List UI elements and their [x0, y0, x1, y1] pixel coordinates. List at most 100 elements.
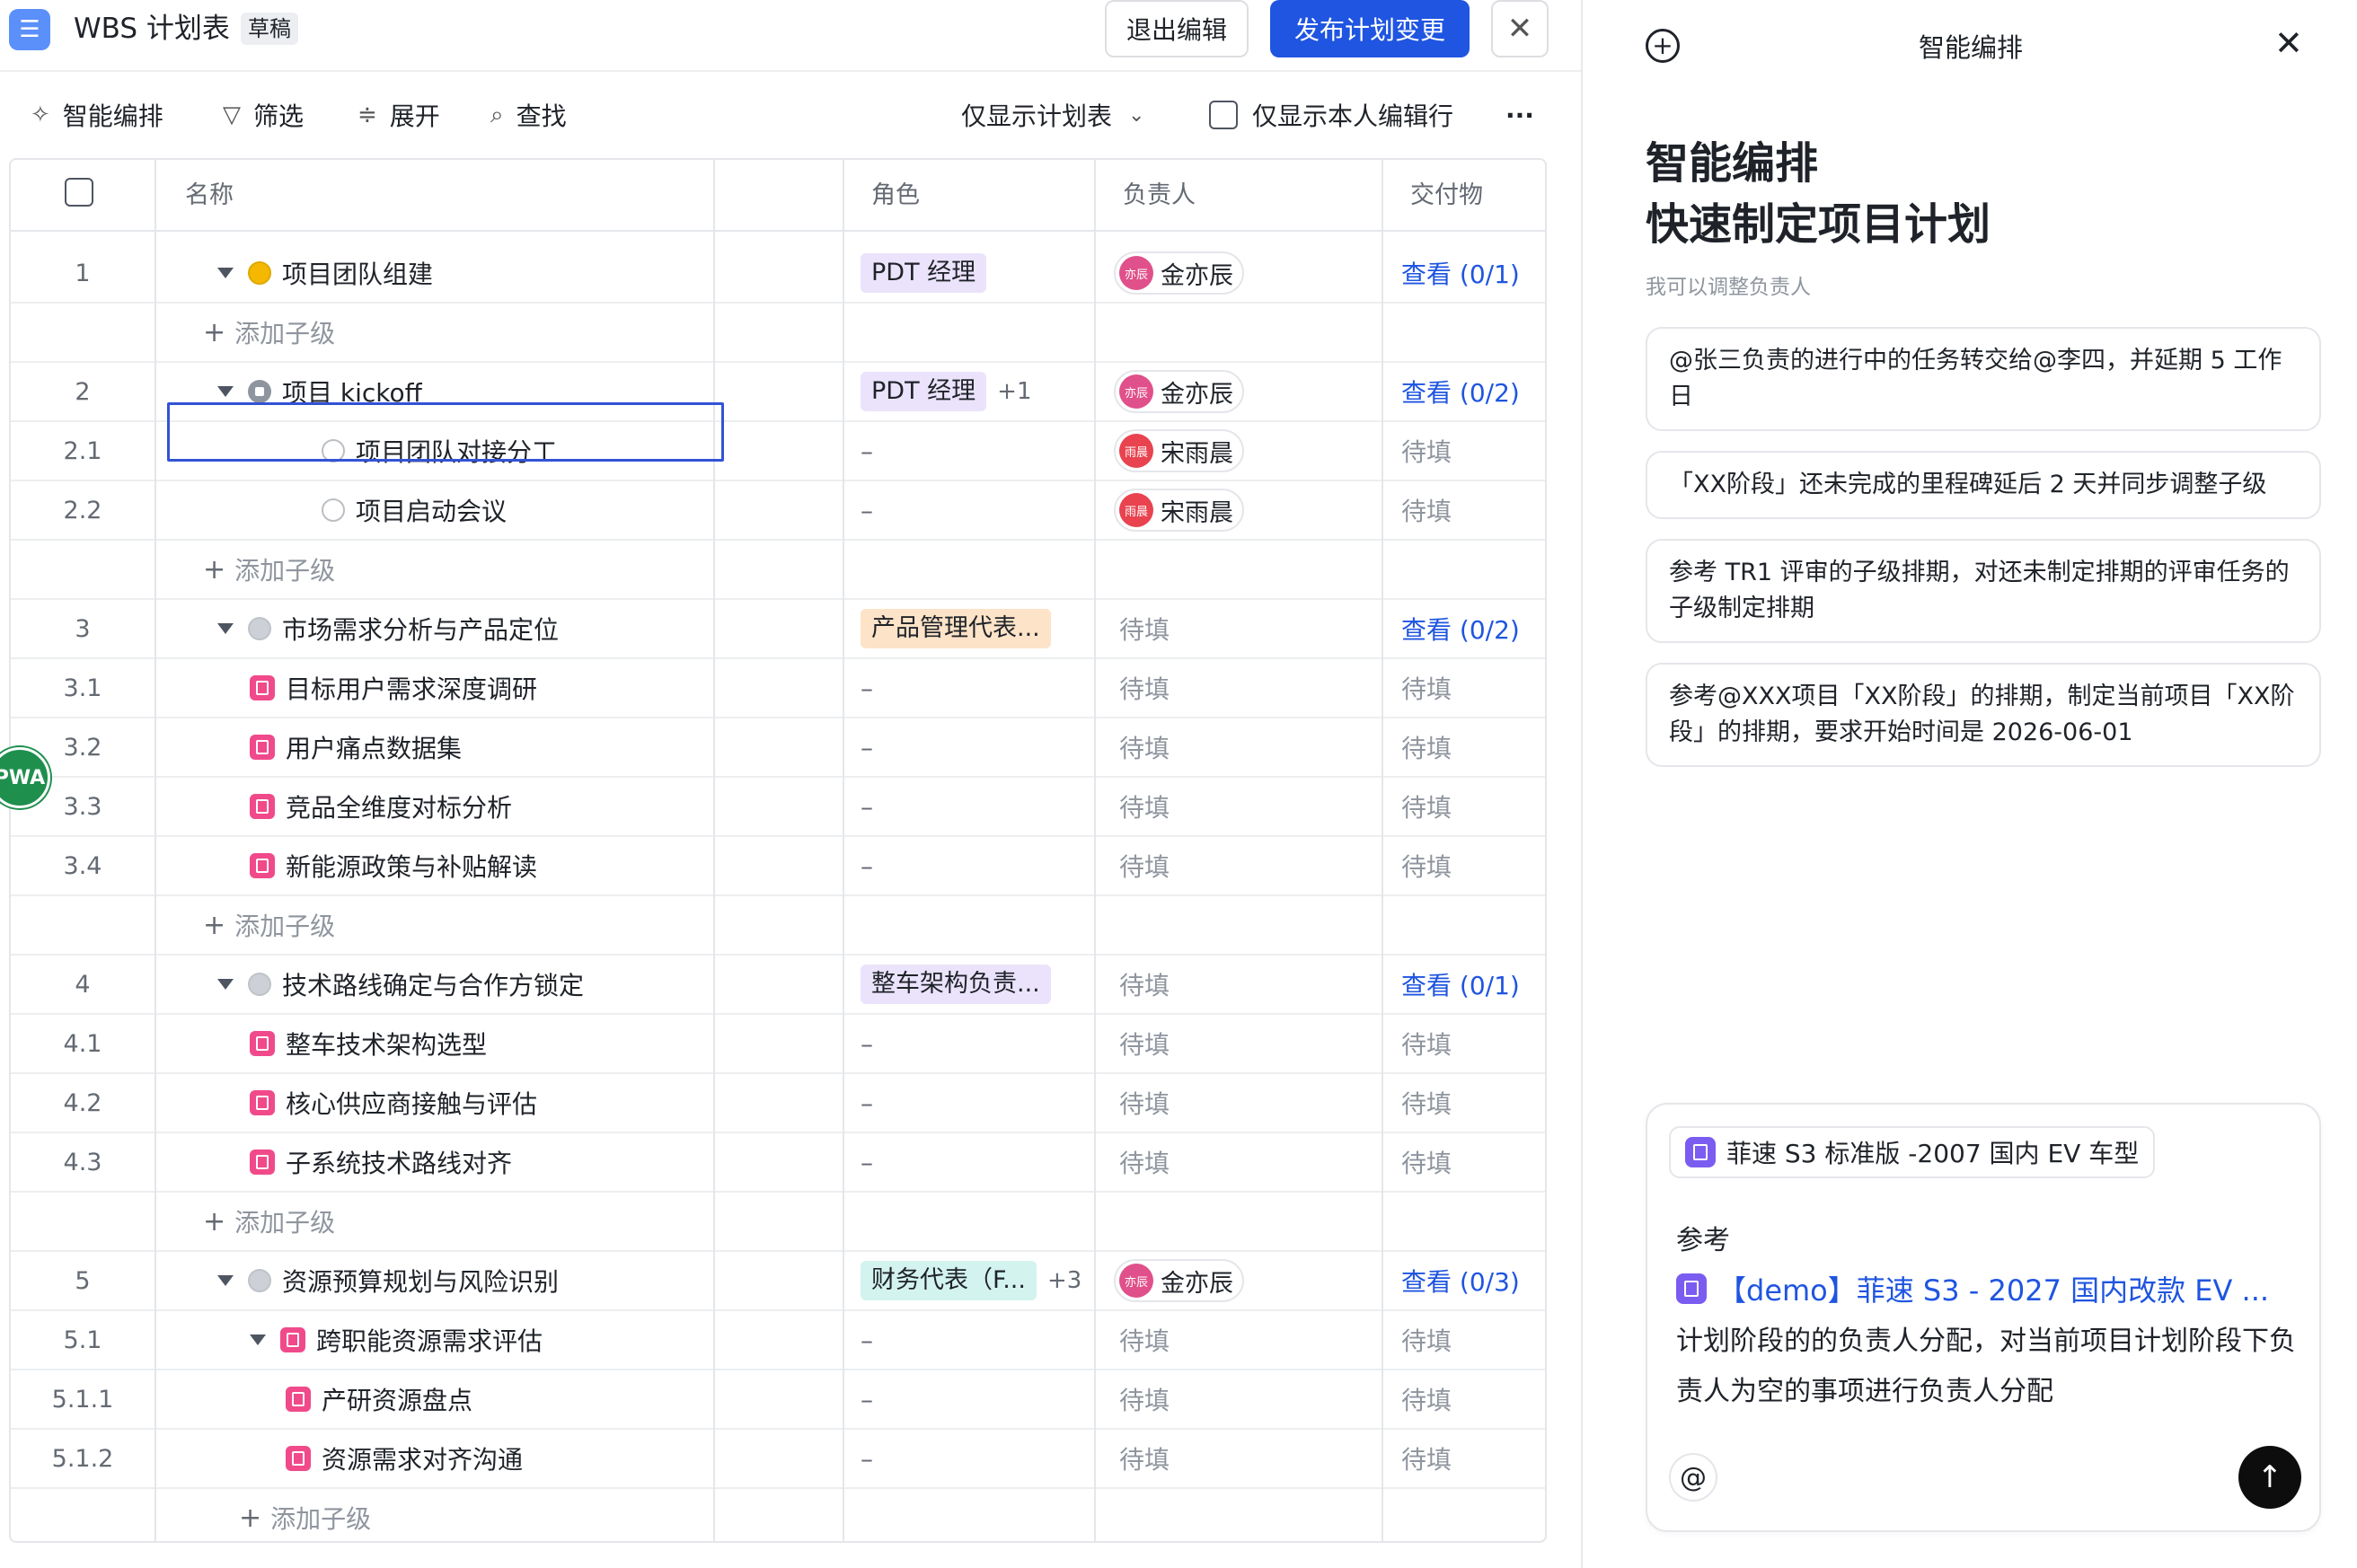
owner-cell[interactable]: 待填 [1114, 1133, 1170, 1191]
mine-only-checkbox[interactable] [1209, 101, 1238, 129]
task-name-cell[interactable]: 资源需求对齐沟通 [286, 1430, 523, 1487]
add-child-row[interactable]: + 添加子级 [11, 896, 1545, 956]
deliverable-link[interactable]: 查看 (0/2) [1401, 374, 1520, 410]
add-child-row[interactable]: + 添加子级 [11, 304, 1545, 363]
add-child-row[interactable]: + 添加子级 [11, 1489, 1545, 1541]
deliverable-link[interactable]: 查看 (0/1) [1401, 255, 1520, 291]
task-name-cell[interactable]: 子系统技术路线对齐 [250, 1133, 512, 1191]
task-name-cell[interactable]: 技术路线确定与合作方锁定 [217, 956, 584, 1013]
table-row[interactable]: 4.3 子系统技术路线对齐 – 待填 待填 [11, 1133, 1545, 1193]
role-cell[interactable]: – [861, 1430, 873, 1487]
owner-cell[interactable]: 雨晨 宋雨晨 [1114, 481, 1244, 539]
role-cell[interactable]: – [861, 718, 873, 776]
owner-cell[interactable]: 待填 [1114, 1074, 1170, 1132]
role-cell[interactable]: 整车架构负责... [861, 956, 1051, 1013]
deliverable-cell[interactable]: 查看 (0/2) [1401, 363, 1520, 420]
owner-cell[interactable]: 待填 [1114, 1311, 1170, 1369]
find-button[interactable]: ⌕ 查找 [490, 99, 567, 132]
table-row[interactable]: 3.1 目标用户需求深度调研 – 待填 待填 [11, 659, 1545, 718]
owner-chip[interactable]: 雨晨 宋雨晨 [1114, 429, 1244, 472]
table-row[interactable]: 3 市场需求分析与产品定位 产品管理代表... 待填 查看 (0/2) [11, 600, 1545, 659]
prompt-composer[interactable]: 菲速 S3 标准版 -2007 国内 EV 车型 参考 【demo】菲速 S3 … [1646, 1103, 2321, 1532]
collapse-caret-icon[interactable] [217, 623, 234, 634]
table-row[interactable]: 4.2 核心供应商接触与评估 – 待填 待填 [11, 1074, 1545, 1133]
owner-chip[interactable]: 亦辰 金亦辰 [1114, 251, 1244, 295]
role-cell[interactable]: – [861, 1015, 873, 1072]
add-child-button[interactable]: + 添加子级 [203, 541, 335, 598]
column-header-role[interactable]: 角色 [852, 160, 920, 232]
filter-button[interactable]: ▽ 筛选 [223, 99, 304, 131]
task-name-cell[interactable]: 资源预算规划与风险识别 [217, 1252, 559, 1309]
task-name-cell[interactable]: 产研资源盘点 [286, 1370, 472, 1428]
owner-cell[interactable]: 亦辰 金亦辰 [1114, 363, 1244, 420]
role-cell[interactable]: 财务代表（F... +3 [861, 1252, 1081, 1309]
owner-cell[interactable]: 待填 [1114, 1015, 1170, 1072]
column-header-deliverable[interactable]: 交付物 [1390, 160, 1483, 232]
table-row[interactable]: 3.4 新能源政策与补贴解读 – 待填 待填 [11, 837, 1545, 896]
owner-cell[interactable]: 雨晨 宋雨晨 [1114, 422, 1244, 480]
role-cell[interactable]: – [861, 481, 873, 539]
role-cell[interactable]: – [861, 659, 873, 717]
deliverable-link[interactable]: 查看 (0/2) [1401, 611, 1520, 647]
collapse-caret-icon[interactable] [250, 1335, 266, 1345]
owner-cell[interactable]: 待填 [1114, 778, 1170, 835]
table-row[interactable]: 3.2 用户痛点数据集 – 待填 待填 [11, 718, 1545, 778]
reference-link[interactable]: 【demo】菲速 S3 - 2027 国内改款 EV ... [1676, 1268, 2269, 1309]
suggestion-card[interactable]: @张三负责的进行中的任务转交给@李四，并延期 5 工作日 [1646, 327, 2321, 431]
role-cell[interactable]: – [861, 1311, 873, 1369]
suggestion-card[interactable]: 「XX阶段」还未完成的里程碑延后 2 天并同步调整子级 [1646, 451, 2321, 519]
task-name-cell[interactable]: 整车技术架构选型 [250, 1015, 487, 1072]
more-icon[interactable]: ··· [1505, 99, 1534, 131]
deliverable-cell[interactable]: 查看 (0/2) [1401, 600, 1520, 657]
owner-cell[interactable]: 亦辰 金亦辰 [1114, 1252, 1244, 1309]
role-cell[interactable]: PDT 经理 +1 [861, 363, 1031, 420]
suggestion-card[interactable]: 参考 TR1 评审的子级排期，对还未制定排期的评审任务的子级制定排期 [1646, 539, 2321, 643]
task-name-cell[interactable]: 目标用户需求深度调研 [250, 659, 537, 717]
task-name-cell[interactable]: 跨职能资源需求评估 [250, 1311, 543, 1369]
owner-chip[interactable]: 雨晨 宋雨晨 [1114, 489, 1244, 532]
plan-only-dropdown[interactable]: 仅显示计划表 ⌄ [961, 99, 1144, 131]
role-more-count[interactable]: +1 [997, 378, 1031, 405]
table-row[interactable]: 4.1 整车技术架构选型 – 待填 待填 [11, 1015, 1545, 1074]
role-cell[interactable]: – [861, 1370, 873, 1428]
owner-cell[interactable]: 待填 [1114, 659, 1170, 717]
add-child-row[interactable]: + 添加子级 [11, 541, 1545, 600]
owner-cell[interactable]: 待填 [1114, 1430, 1170, 1487]
owner-cell[interactable]: 待填 [1114, 718, 1170, 776]
role-cell[interactable]: – [861, 1133, 873, 1191]
column-header-owner[interactable]: 负责人 [1103, 160, 1196, 232]
table-row[interactable]: 5.1.2 资源需求对齐沟通 – 待填 待填 [11, 1430, 1545, 1489]
task-name-cell[interactable]: 用户痛点数据集 [250, 718, 462, 776]
expand-button[interactable]: ≑ 展开 [358, 99, 440, 131]
add-child-button[interactable]: + 添加子级 [239, 1489, 371, 1541]
select-all-checkbox[interactable] [65, 178, 93, 210]
add-child-button[interactable]: + 添加子级 [203, 1193, 335, 1250]
table-row[interactable]: 5.1 跨职能资源需求评估 – 待填 待填 [11, 1311, 1545, 1370]
owner-cell[interactable]: 亦辰 金亦辰 [1114, 244, 1244, 302]
table-row[interactable]: 5 资源预算规划与风险识别 财务代表（F... +3 亦辰 金亦辰 查看 (0/3) [11, 1252, 1545, 1311]
task-name-cell[interactable]: 竞品全维度对标分析 [250, 778, 512, 835]
deliverable-link[interactable]: 查看 (0/3) [1401, 1263, 1520, 1299]
deliverable-cell[interactable]: 查看 (0/3) [1401, 1252, 1520, 1309]
add-child-button[interactable]: + 添加子级 [203, 304, 335, 361]
role-cell[interactable]: – [861, 1074, 873, 1132]
collapse-caret-icon[interactable] [217, 1275, 234, 1286]
mention-icon[interactable]: @ [1669, 1453, 1717, 1502]
owner-cell[interactable]: 待填 [1114, 956, 1170, 1013]
task-name-cell[interactable]: 新能源政策与补贴解读 [250, 837, 537, 894]
owner-chip[interactable]: 亦辰 金亦辰 [1114, 370, 1244, 413]
task-name-cell[interactable]: 核心供应商接触与评估 [250, 1074, 537, 1132]
owner-chip[interactable]: 亦辰 金亦辰 [1114, 1259, 1244, 1302]
role-cell[interactable]: 产品管理代表... [861, 600, 1051, 657]
owner-cell[interactable]: 待填 [1114, 1370, 1170, 1428]
prompt-text[interactable]: 计划阶段的的负责人分配，对当前项目计划阶段下负责人为空的事项进行负责人分配 [1676, 1317, 2296, 1417]
close-icon[interactable]: ✕ [1491, 0, 1549, 57]
add-child-row[interactable]: + 添加子级 [11, 1193, 1545, 1252]
collapse-caret-icon[interactable] [217, 386, 234, 397]
table-row[interactable]: 1 项目团队组建 PDT 经理 亦辰 金亦辰 查看 (0/1) [11, 244, 1545, 304]
mine-only-toggle[interactable]: 仅显示本人编辑行 [1209, 99, 1453, 131]
exit-edit-button[interactable]: 退出编辑 [1105, 0, 1249, 57]
add-child-button[interactable]: + 添加子级 [203, 896, 335, 954]
table-row[interactable]: 5.1.1 产研资源盘点 – 待填 待填 [11, 1370, 1545, 1430]
deliverable-link[interactable]: 查看 (0/1) [1401, 966, 1520, 1002]
